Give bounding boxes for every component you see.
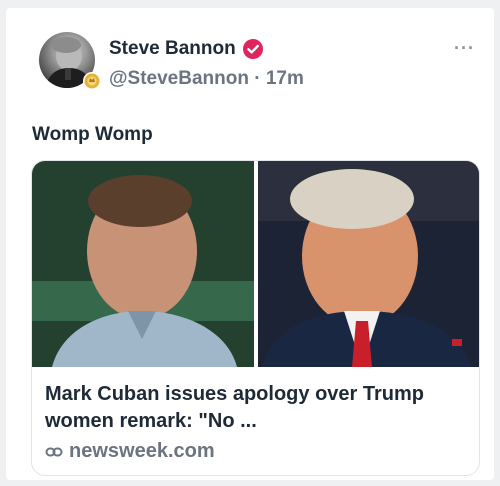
post-text: Womp Womp bbox=[32, 124, 153, 145]
link-icon bbox=[45, 447, 63, 456]
link-title[interactable]: Mark Cuban issues apology over Trump wom… bbox=[45, 381, 470, 435]
display-name[interactable]: Steve Bannon bbox=[109, 38, 236, 60]
handle-row: @SteveBannon · 17m bbox=[109, 68, 304, 90]
link-domain: newsweek.com bbox=[69, 440, 215, 462]
post-card[interactable]: Steve Bannon @SteveBannon · 17m ··· Womp… bbox=[6, 8, 494, 480]
handle[interactable]: @SteveBannon bbox=[109, 68, 249, 89]
affiliate-badge-icon bbox=[83, 72, 101, 90]
link-preview-card[interactable]: Mark Cuban issues apology over Trump wom… bbox=[31, 160, 480, 476]
more-options-icon[interactable]: ··· bbox=[454, 38, 475, 59]
verified-check-icon bbox=[242, 39, 263, 59]
timestamp[interactable]: 17m bbox=[266, 68, 304, 89]
link-domain-row[interactable]: newsweek.com bbox=[45, 440, 215, 463]
separator: · bbox=[254, 68, 261, 89]
link-preview-image bbox=[32, 161, 479, 367]
author-name-row: Steve Bannon bbox=[109, 38, 264, 60]
